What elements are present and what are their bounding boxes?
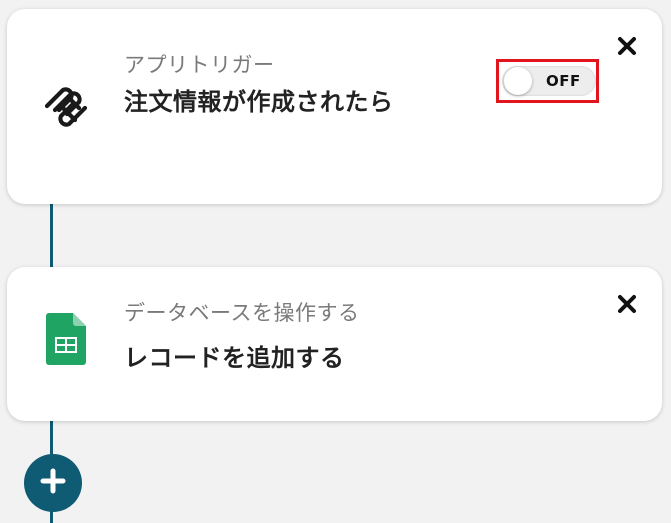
toggle-state-label: OFF [546,72,581,90]
squarespace-logo-icon [40,81,92,133]
close-icon[interactable] [614,291,640,317]
trigger-toggle-switch[interactable]: OFF [502,66,596,96]
add-step-button[interactable] [24,454,82,512]
trigger-card[interactable]: アプリトリガー 注文情報が作成されたら [7,9,662,204]
trigger-title: 注文情報が作成されたら [124,88,394,116]
flow-connector-line [50,200,53,270]
toggle-knob [504,67,532,95]
action-category-label: データベースを操作する [124,301,360,325]
action-title: レコードを追加する [124,344,345,372]
close-icon[interactable] [614,33,640,59]
action-card[interactable]: データベースを操作する レコードを追加する [7,267,662,421]
trigger-category-label: アプリトリガー [124,53,275,77]
google-sheets-icon [40,313,92,365]
plus-icon [40,468,66,498]
